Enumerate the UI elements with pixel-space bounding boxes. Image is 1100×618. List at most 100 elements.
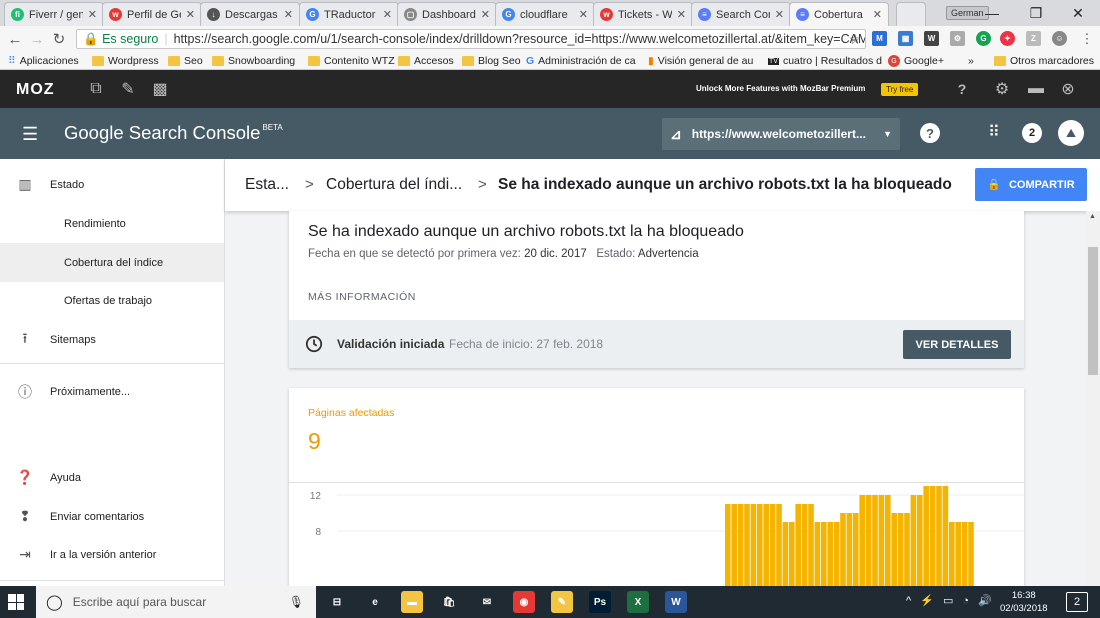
grammarly-icon[interactable]: G [976, 31, 991, 46]
chart-bar[interactable] [789, 522, 795, 586]
taskbar-mail-icon[interactable]: ✉ [476, 591, 498, 613]
bookmark-item[interactable]: Blog Seo [462, 54, 521, 68]
extension-icon[interactable]: ▦ [898, 31, 913, 46]
chart-bar[interactable] [821, 522, 827, 586]
close-window-button[interactable]: ✕ [1056, 0, 1100, 26]
taskbar-gimp-icon[interactable]: ✎ [551, 591, 573, 613]
notifications-badge[interactable]: 2 [1022, 123, 1042, 143]
sidebar-item-estado[interactable]: ▥ Estado [0, 165, 224, 204]
view-details-button[interactable]: VER DETALLES [903, 330, 1011, 359]
chart-bar[interactable] [725, 504, 731, 586]
bookmark-item[interactable]: TV cuatro | Resultados d [768, 54, 882, 68]
tab-close-icon[interactable]: ✕ [186, 8, 195, 21]
chart-bar[interactable] [814, 522, 821, 586]
bookmark-item[interactable]: ▮ Visión general de au [648, 54, 753, 68]
bookmark-star-icon[interactable]: ☆ [846, 30, 864, 48]
more-info-link[interactable]: MÁS INFORMACIÓN [308, 291, 416, 303]
chart-bar[interactable] [936, 486, 942, 586]
account-avatar[interactable]: ⛰ [1058, 120, 1084, 146]
chart-bar[interactable] [833, 522, 840, 586]
bookmark-item[interactable]: G Google+ [888, 54, 944, 68]
highlight-pen-icon[interactable]: ✎ [118, 79, 138, 99]
keyword-difficulty-icon[interactable]: ▩ [150, 79, 170, 99]
bookmark-item[interactable]: G Administración de ca [526, 54, 636, 68]
new-tab-button[interactable] [896, 2, 926, 26]
chart-bar[interactable] [949, 522, 955, 586]
chart-bar[interactable] [769, 504, 776, 586]
chart-bar[interactable] [827, 522, 833, 586]
bookmark-item[interactable]: Snowboarding [212, 54, 295, 68]
tab-close-icon[interactable]: ✕ [383, 8, 392, 21]
extension-icon[interactable]: ✦ [1000, 31, 1015, 46]
sidebar-item-cobertura[interactable]: Cobertura del índice [0, 243, 224, 282]
chart-bar[interactable] [859, 495, 865, 586]
chart-bar[interactable] [872, 495, 878, 586]
bookmark-item[interactable]: ⠿ Aplicaciones [8, 54, 79, 68]
taskbar-task-view-icon[interactable]: ⊟ [326, 591, 348, 613]
chart-bar[interactable] [757, 504, 763, 586]
chart-bar[interactable] [897, 513, 904, 586]
tab-close-icon[interactable]: ✕ [579, 8, 588, 21]
chart-bar[interactable] [853, 513, 859, 586]
chart-bar[interactable] [961, 522, 968, 586]
taskbar-store-icon[interactable]: 🛍 [438, 591, 460, 613]
bookmark-item[interactable]: » [968, 54, 974, 68]
url-omnibox[interactable]: 🔒 Es seguro | https://search.google.com/… [76, 29, 866, 49]
tab-close-icon[interactable]: ✕ [677, 8, 686, 21]
minimize-button[interactable]: — [970, 0, 1014, 26]
chart-bar[interactable] [929, 486, 936, 586]
property-selector[interactable]: ⊿ https://www.welcometozillert... ▼ [662, 118, 900, 150]
maximize-button[interactable]: ❐ [1014, 0, 1058, 26]
chart-bar[interactable] [910, 495, 917, 586]
bookmark-item[interactable]: Seo [168, 54, 203, 68]
extension-icon[interactable]: ☺ [1052, 31, 1067, 46]
help-icon[interactable]: ? [920, 123, 940, 143]
bookmark-item[interactable]: Accesos [398, 54, 454, 68]
browser-tab[interactable]: ≡ Search Con ✕ [691, 2, 791, 26]
breadcrumb-estado[interactable]: Esta... [245, 176, 289, 194]
try-free-button[interactable]: Try free [881, 83, 919, 96]
chart-bar[interactable] [808, 504, 814, 586]
tab-close-icon[interactable]: ✕ [775, 8, 784, 21]
chart-bar[interactable] [904, 513, 910, 586]
browser-tab[interactable]: w Tickets - W ✕ [593, 2, 693, 26]
browser-tab[interactable]: fi Fiverr / gen ✕ [4, 2, 104, 26]
mozbar-settings-gear-icon[interactable]: ⚙ [992, 79, 1012, 99]
tab-close-icon[interactable]: ✕ [481, 8, 490, 21]
secure-indicator[interactable]: 🔒 Es seguro [83, 32, 158, 47]
hamburger-menu-icon[interactable]: ☰ [22, 124, 38, 145]
chart-bar[interactable] [878, 495, 885, 586]
mozbar-extension-icon[interactable]: M [872, 31, 887, 46]
bookmark-item[interactable]: Wordpress [92, 54, 159, 68]
chart-bar[interactable] [865, 495, 872, 586]
chart-bar[interactable] [782, 522, 789, 586]
chart-bar[interactable] [885, 495, 891, 586]
chart-bar[interactable] [942, 486, 949, 586]
taskbar-word-icon[interactable]: W [665, 591, 687, 613]
chart-bar[interactable] [750, 504, 757, 586]
sidebar-item-sitemaps[interactable]: ⭱ Sitemaps [0, 320, 224, 359]
chart-bar[interactable] [891, 513, 897, 586]
sidebar-item-proximamente[interactable]: ⓘ Próximamente... [0, 372, 224, 411]
chart-bar[interactable] [776, 504, 782, 586]
browser-tab[interactable]: ▢ Dashboard ✕ [397, 2, 497, 26]
action-center-icon[interactable]: 2 [1066, 592, 1088, 612]
sidebar-item-old-version[interactable]: ⇥ Ir a la versión anterior [0, 535, 224, 574]
tab-close-icon[interactable]: ✕ [873, 8, 882, 21]
bookmark-item[interactable]: Contenito WTZ [308, 54, 395, 68]
scroll-up-arrow-icon[interactable]: ▲ [1089, 213, 1096, 220]
taskbar-excel-icon[interactable]: X [627, 591, 649, 613]
taskbar-chrome-icon[interactable]: ◉ [513, 591, 535, 613]
taskbar-photoshop-icon[interactable]: Ps [589, 591, 611, 613]
chart-bar[interactable] [923, 486, 929, 586]
chart-bar[interactable] [744, 504, 750, 586]
taskbar-file-explorer-icon[interactable]: ▬ [401, 591, 423, 613]
url-text[interactable]: https://search.google.com/u/1/search-con… [174, 32, 865, 46]
chart-bar[interactable] [917, 495, 923, 586]
chart-bar[interactable] [801, 504, 808, 586]
browser-tab[interactable]: Gcloudflare ✕ [495, 2, 595, 26]
chart-bar[interactable] [737, 504, 744, 586]
system-tray[interactable]: ^ ⚡ ▭ ◔ 🔊 [906, 594, 995, 607]
scrollbar-thumb[interactable] [1088, 247, 1098, 375]
bookmark-item[interactable]: Otros marcadores [994, 54, 1094, 68]
